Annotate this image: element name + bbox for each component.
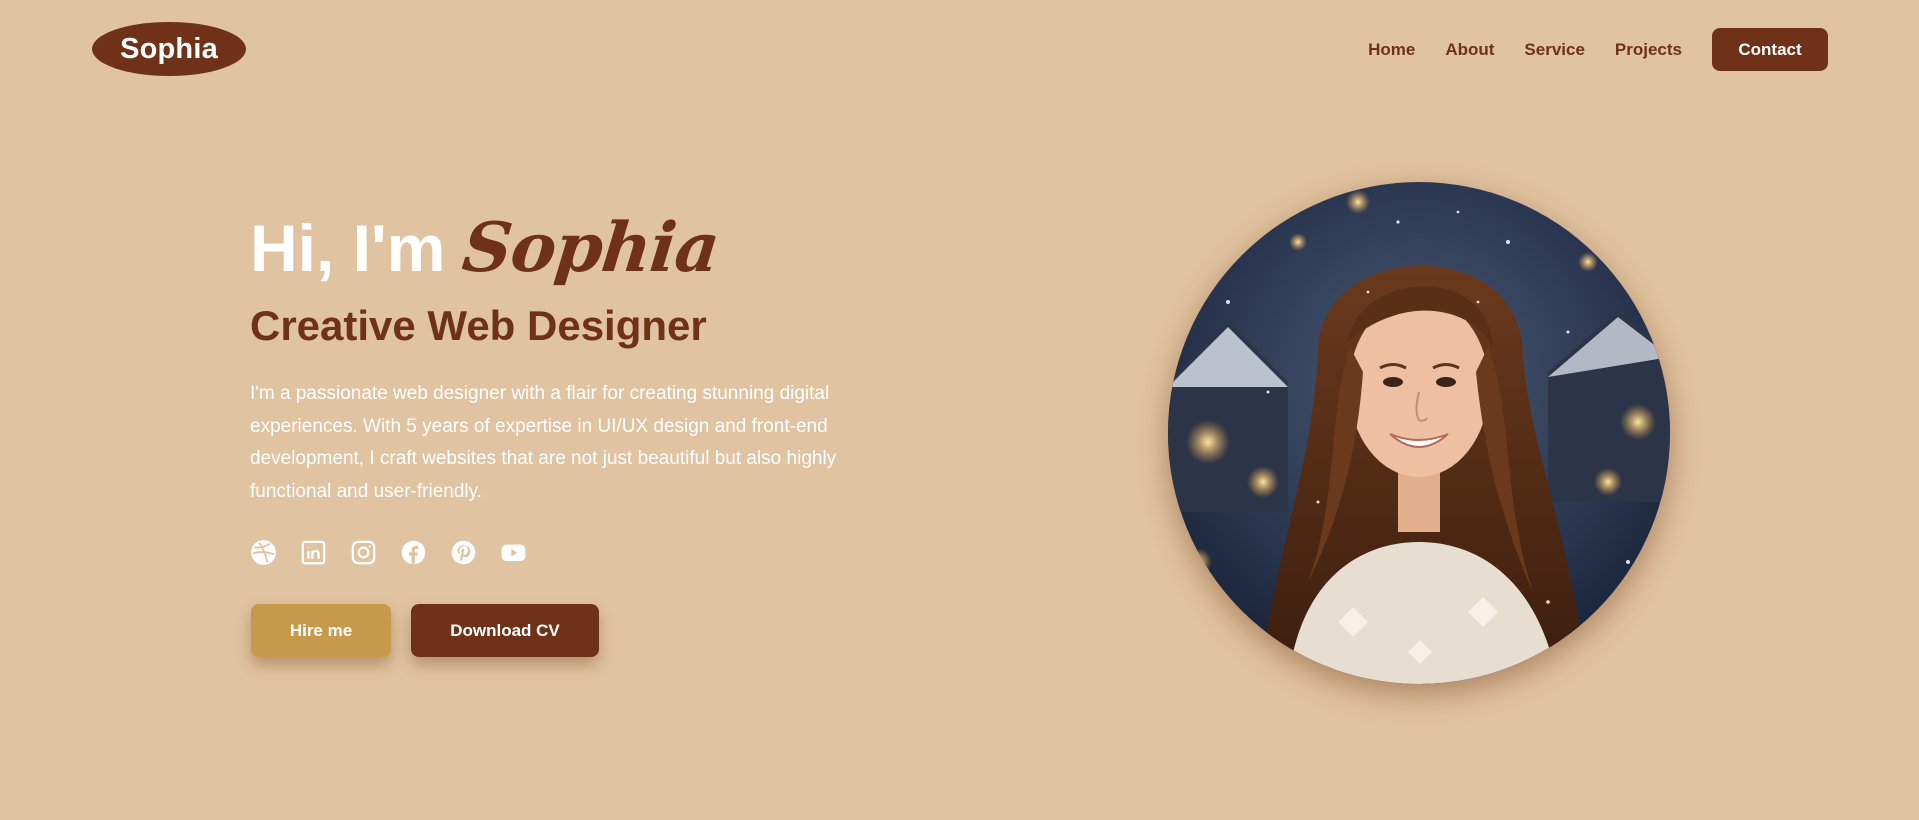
hire-me-button[interactable]: Hire me: [251, 604, 391, 657]
social-links: [250, 539, 550, 566]
nav-link-projects[interactable]: Projects: [1615, 40, 1682, 60]
hero-greeting: Hi, I'm Sophia: [250, 208, 723, 298]
nav-link-service[interactable]: Service: [1524, 40, 1585, 60]
greeting-prefix: Hi, I'm: [250, 211, 446, 285]
nav-link-home[interactable]: Home: [1368, 40, 1415, 60]
instagram-icon[interactable]: [350, 539, 377, 566]
profile-photo: [1168, 182, 1670, 684]
youtube-icon[interactable]: [500, 539, 527, 566]
linkedin-icon[interactable]: [300, 539, 327, 566]
pinterest-icon[interactable]: [450, 539, 477, 566]
site-logo[interactable]: Sophia: [92, 22, 246, 76]
main-nav: Home About Service Projects Contact: [1368, 28, 1828, 71]
facebook-icon[interactable]: [400, 539, 427, 566]
dribbble-icon[interactable]: [250, 539, 277, 566]
contact-button[interactable]: Contact: [1712, 28, 1828, 71]
portfolio-page: Sophia Home About Service Projects Conta…: [0, 0, 1919, 820]
hero-role: Creative Web Designer: [250, 302, 707, 349]
download-cv-button[interactable]: Download CV: [411, 604, 599, 657]
greeting-name: Sophia: [459, 208, 723, 288]
hero-bio: I'm a passionate web designer with a fla…: [250, 383, 837, 502]
nav-link-about[interactable]: About: [1445, 40, 1494, 60]
